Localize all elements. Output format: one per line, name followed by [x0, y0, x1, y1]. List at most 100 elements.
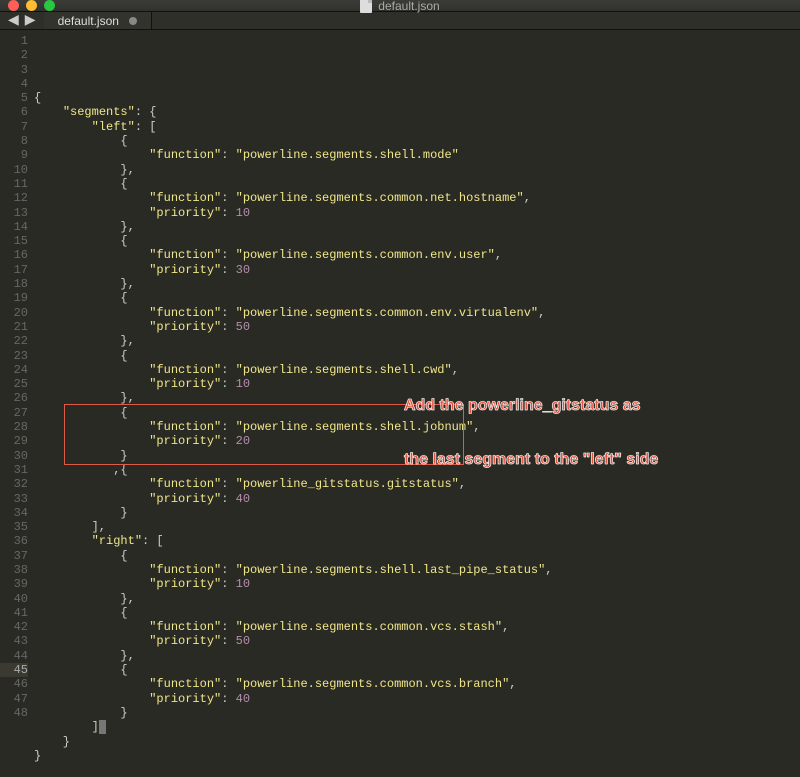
tab-default-json[interactable]: default.json [44, 12, 152, 29]
code-line[interactable]: "priority": 40 [34, 692, 800, 706]
code-line[interactable]: { [34, 291, 800, 305]
close-icon[interactable] [8, 0, 19, 11]
line-number: 10 [0, 163, 28, 177]
line-number: 45 [0, 663, 28, 677]
code-line[interactable]: { [34, 406, 800, 420]
line-number: 44 [0, 649, 28, 663]
code-line[interactable]: "function": "powerline.segments.common.n… [34, 191, 800, 205]
code-line[interactable]: "left": [ [34, 120, 800, 134]
code-line[interactable]: "priority": 40 [34, 492, 800, 506]
code-line[interactable]: { [34, 549, 800, 563]
code-line[interactable]: "priority": 10 [34, 377, 800, 391]
toolbar: ◀ ▶ default.json [0, 11, 800, 30]
line-number: 18 [0, 277, 28, 291]
line-number: 4 [0, 77, 28, 91]
line-number: 3 [0, 63, 28, 77]
line-number: 42 [0, 620, 28, 634]
code-line[interactable]: { [34, 234, 800, 248]
line-number: 36 [0, 534, 28, 548]
line-number: 24 [0, 363, 28, 377]
code-line[interactable]: "function": "powerline.segments.shell.cw… [34, 363, 800, 377]
nav-forward-icon[interactable]: ▶ [25, 12, 36, 29]
code-line[interactable]: "priority": 10 [34, 577, 800, 591]
code-line[interactable]: } [34, 749, 800, 763]
line-number: 41 [0, 606, 28, 620]
file-icon [360, 0, 372, 13]
line-number-gutter: 1234567891011121314151617181920212223242… [0, 30, 34, 777]
line-number: 14 [0, 220, 28, 234]
window-title: default.json [0, 0, 800, 13]
line-number: 6 [0, 105, 28, 119]
code-line[interactable]: }, [34, 391, 800, 405]
line-number: 16 [0, 248, 28, 262]
code-line[interactable]: "priority": 50 [34, 320, 800, 334]
code-line[interactable]: ], [34, 520, 800, 534]
editor-area: 1234567891011121314151617181920212223242… [0, 30, 800, 777]
line-number: 47 [0, 692, 28, 706]
code-line[interactable]: }, [34, 334, 800, 348]
code-line[interactable]: ] [34, 720, 800, 734]
code-line[interactable]: }, [34, 592, 800, 606]
code-line[interactable]: { [34, 663, 800, 677]
line-number: 8 [0, 134, 28, 148]
code-line[interactable]: "function": "powerline.segments.shell.jo… [34, 420, 800, 434]
line-number: 5 [0, 91, 28, 105]
line-number: 31 [0, 463, 28, 477]
titlebar: default.json [0, 0, 800, 11]
code-line[interactable]: { [34, 91, 800, 105]
line-number: 20 [0, 306, 28, 320]
code-line[interactable]: "priority": 30 [34, 263, 800, 277]
line-number: 46 [0, 677, 28, 691]
line-number: 7 [0, 120, 28, 134]
line-number: 28 [0, 420, 28, 434]
code-line[interactable]: "priority": 10 [34, 206, 800, 220]
code-line[interactable] [34, 763, 800, 777]
editor-window: default.json ◀ ▶ default.json 1234567891… [0, 0, 800, 713]
code-line[interactable]: }, [34, 220, 800, 234]
code-content[interactable]: Add the powerline_gitstatus as the last … [34, 30, 800, 777]
tab-label: default.json [58, 14, 119, 28]
code-line[interactable]: } [34, 449, 800, 463]
code-line[interactable]: "function": "powerline.segments.common.e… [34, 248, 800, 262]
line-number: 23 [0, 349, 28, 363]
line-number: 13 [0, 206, 28, 220]
line-number: 22 [0, 334, 28, 348]
code-line[interactable]: "priority": 20 [34, 434, 800, 448]
code-line[interactable]: "right": [ [34, 534, 800, 548]
code-line[interactable]: }, [34, 277, 800, 291]
line-number: 39 [0, 577, 28, 591]
window-controls [8, 0, 55, 11]
code-line[interactable]: "priority": 50 [34, 634, 800, 648]
minimize-icon[interactable] [26, 0, 37, 11]
line-number: 43 [0, 634, 28, 648]
code-line[interactable]: } [34, 506, 800, 520]
nav-arrows: ◀ ▶ [0, 12, 44, 29]
line-number: 11 [0, 177, 28, 191]
code-line[interactable]: "function": "powerline.segments.shell.mo… [34, 148, 800, 162]
code-line[interactable]: { [34, 349, 800, 363]
code-line[interactable]: { [34, 606, 800, 620]
code-line[interactable]: ,{ [34, 463, 800, 477]
zoom-icon[interactable] [44, 0, 55, 11]
code-line[interactable]: "function": "powerline.segments.common.e… [34, 306, 800, 320]
line-number: 26 [0, 391, 28, 405]
code-line[interactable]: "segments": { [34, 105, 800, 119]
code-line[interactable]: "function": "powerline.segments.shell.la… [34, 563, 800, 577]
line-number: 27 [0, 406, 28, 420]
line-number: 34 [0, 506, 28, 520]
code-line[interactable]: "function": "powerline_gitstatus.gitstat… [34, 477, 800, 491]
code-line[interactable]: }, [34, 163, 800, 177]
nav-back-icon[interactable]: ◀ [8, 12, 19, 29]
code-line[interactable]: }, [34, 649, 800, 663]
code-line[interactable]: } [34, 706, 800, 720]
code-line[interactable]: { [34, 134, 800, 148]
code-line[interactable]: "function": "powerline.segments.common.v… [34, 620, 800, 634]
line-number: 9 [0, 148, 28, 162]
line-number: 1 [0, 34, 28, 48]
code-line[interactable]: { [34, 177, 800, 191]
line-number: 40 [0, 592, 28, 606]
line-number: 15 [0, 234, 28, 248]
line-number: 12 [0, 191, 28, 205]
code-line[interactable]: } [34, 735, 800, 749]
code-line[interactable]: "function": "powerline.segments.common.v… [34, 677, 800, 691]
